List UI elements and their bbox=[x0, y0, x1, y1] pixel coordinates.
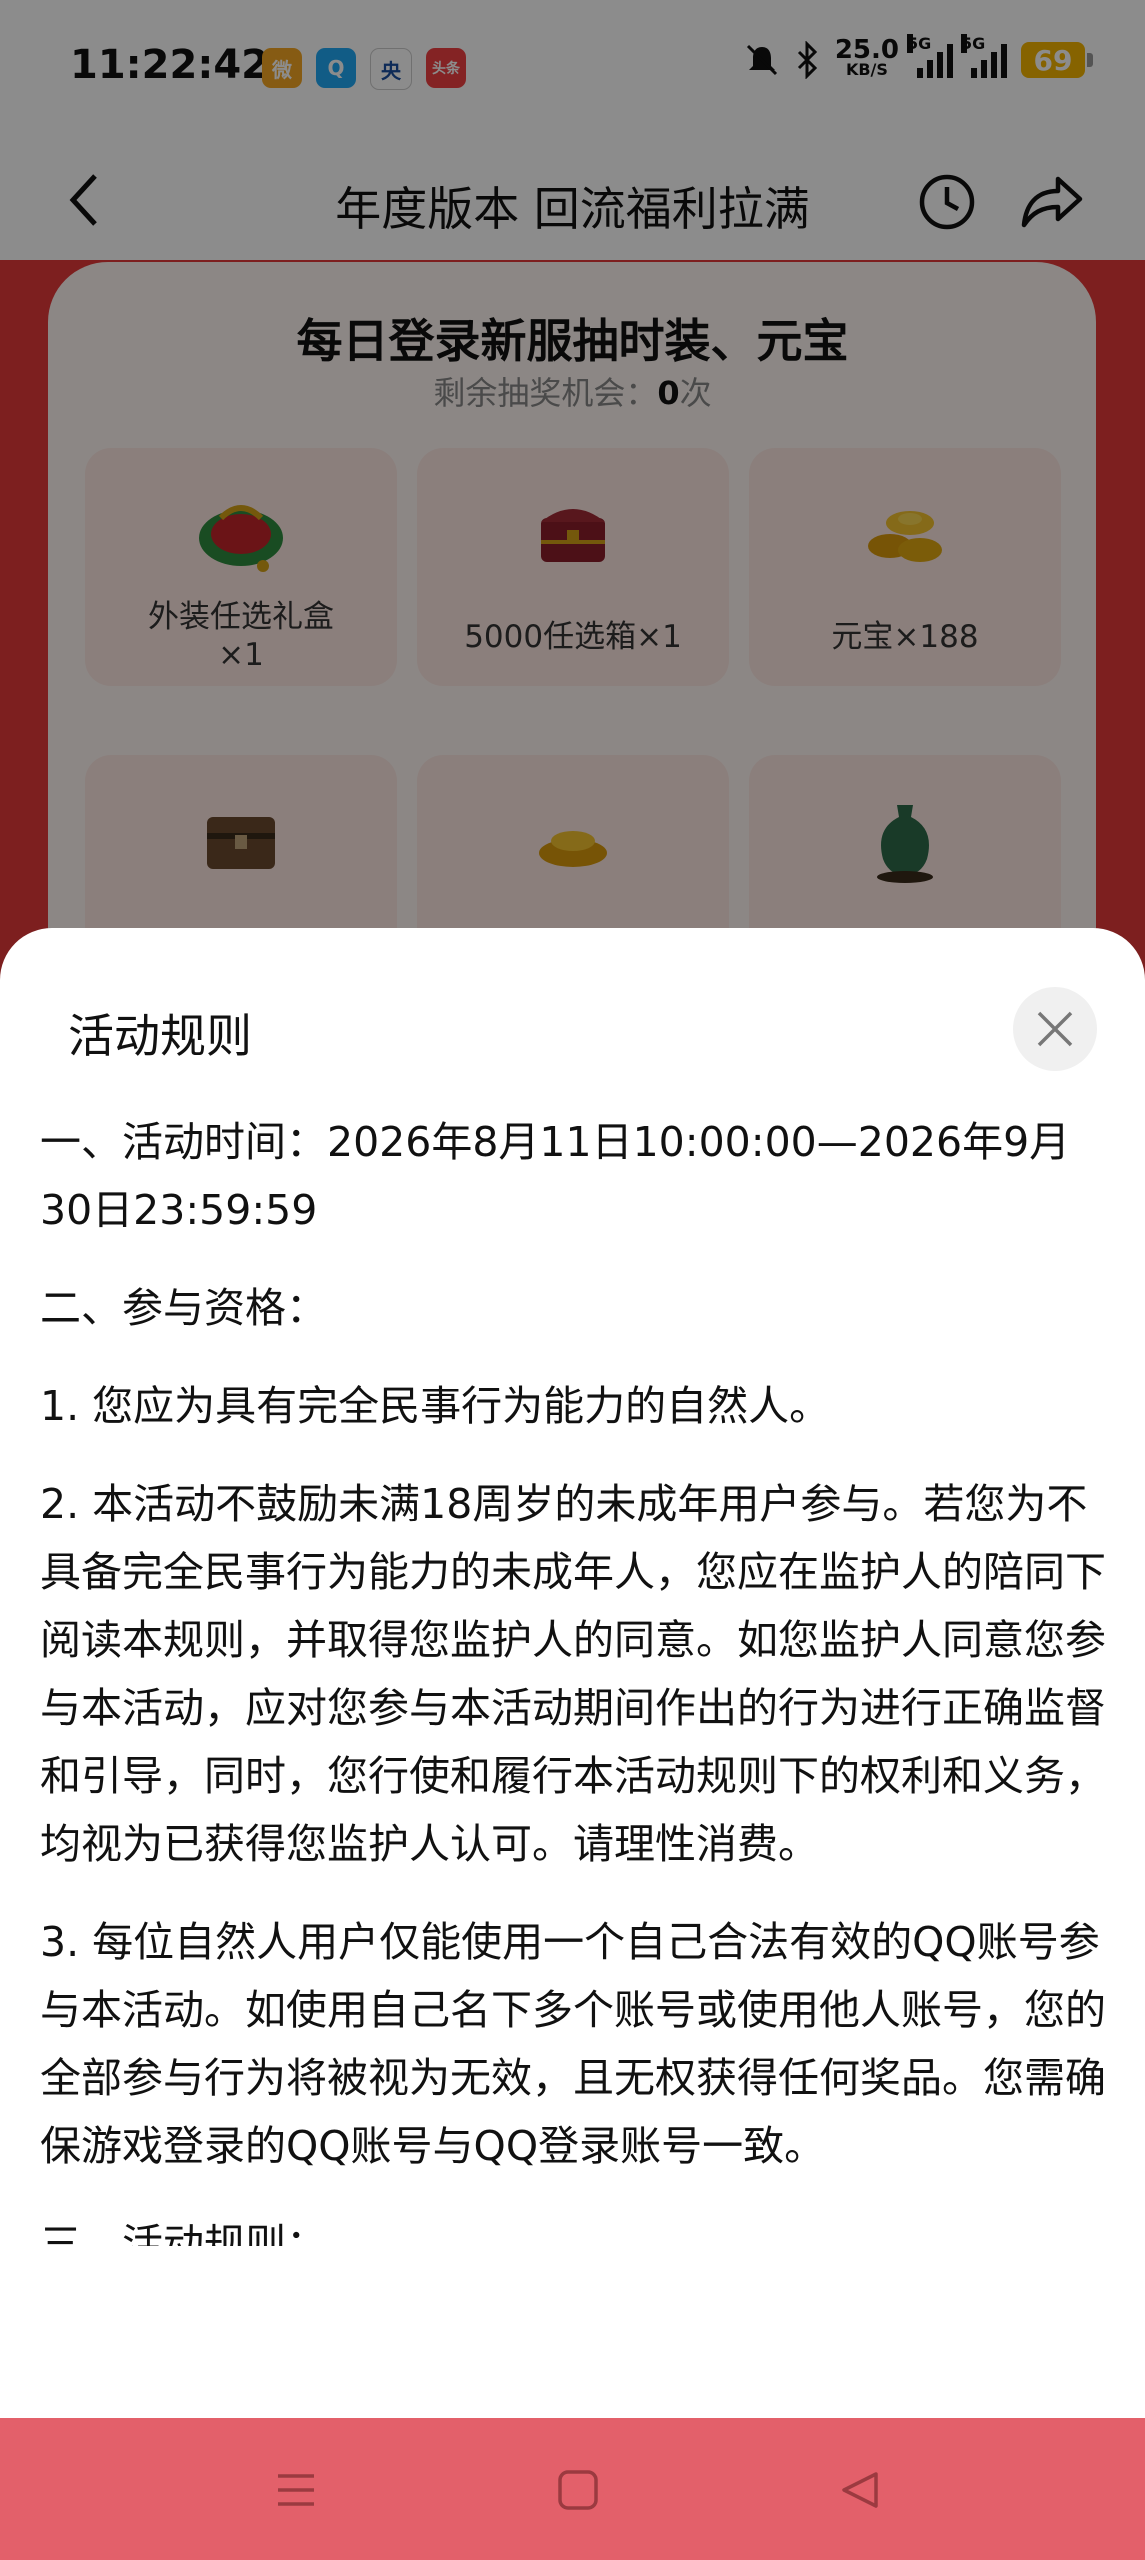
back-triangle-icon[interactable] bbox=[836, 2466, 884, 2514]
rules-bottom-sheet: 活动规则 一、活动时间：2026年8月11日10:00:00—2026年9月30… bbox=[0, 928, 1145, 2418]
rule-paragraph: 3. 每位自然人用户仅能使用一个自己合法有效的QQ账号参与本活动。如使用自己名下… bbox=[40, 1918, 1106, 2170]
modal-overlay[interactable] bbox=[0, 0, 1145, 1000]
rules-content[interactable]: 一、活动时间：2026年8月11日10:00:00—2026年9月30日23:5… bbox=[40, 1108, 1110, 2246]
rule-paragraph: 三、活动规则： bbox=[40, 2220, 327, 2246]
menu-icon[interactable] bbox=[272, 2466, 320, 2514]
rule-paragraph: 二、参与资格： bbox=[40, 1284, 327, 1332]
home-icon[interactable] bbox=[554, 2466, 602, 2514]
system-navigation-bar bbox=[0, 2418, 1145, 2560]
close-icon bbox=[1037, 1011, 1073, 1047]
rule-paragraph: 2. 本活动不鼓励未满18周岁的未成年用户参与。若您为不具备完全民事行为能力的未… bbox=[40, 1480, 1106, 1868]
background-page: 11:22:42 微 Q 央 头条 25.0 KB/S 5G 5G 69 年度版… bbox=[0, 0, 1145, 1002]
sheet-title: 活动规则 bbox=[68, 1009, 252, 1063]
rule-paragraph: 1. 您应为具有完全民事行为能力的自然人。 bbox=[40, 1382, 831, 1430]
close-button[interactable] bbox=[1013, 987, 1097, 1071]
rule-paragraph: 一、活动时间：2026年8月11日10:00:00—2026年9月30日23:5… bbox=[40, 1118, 1071, 1234]
